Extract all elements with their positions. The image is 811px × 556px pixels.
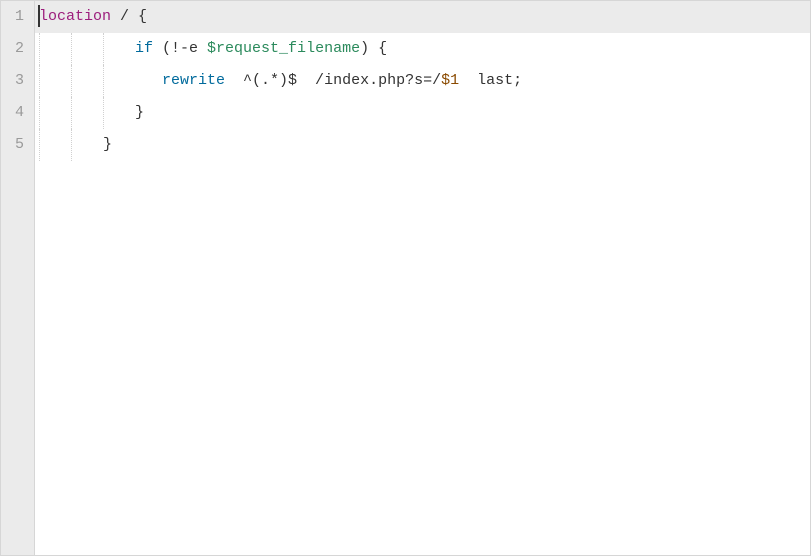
token-variable: $1 <box>441 72 459 89</box>
line-number: 2 <box>15 33 24 65</box>
line-number: 5 <box>15 129 24 161</box>
token: / { <box>111 8 147 25</box>
line-number: 3 <box>15 65 24 97</box>
token: ) { <box>360 40 387 57</box>
token: } <box>103 136 112 153</box>
token: (!-e <box>153 40 207 57</box>
line-number: 4 <box>15 97 24 129</box>
line-number: 1 <box>15 1 24 33</box>
line-number-gutter: 1 2 3 4 5 <box>1 1 35 555</box>
code-line[interactable]: location / { <box>35 1 810 33</box>
code-line[interactable]: if (!-e $request_filename) { <box>35 33 810 65</box>
code-line[interactable]: } <box>35 97 810 129</box>
token: } <box>135 104 144 121</box>
token <box>135 72 162 89</box>
token: ^(.*)$ /index.php?s=/ <box>225 72 441 89</box>
code-editor[interactable]: 1 2 3 4 5 location / {if (!-e $request_f… <box>0 0 811 556</box>
code-area[interactable]: location / {if (!-e $request_filename) {… <box>35 1 810 555</box>
token-builtin: if <box>135 40 153 57</box>
token-builtin: rewrite <box>162 72 225 89</box>
code-line[interactable]: rewrite ^(.*)$ /index.php?s=/$1 last; <box>35 65 810 97</box>
token: last; <box>459 72 522 89</box>
code-line[interactable]: } <box>35 129 810 161</box>
code-content[interactable]: location / {if (!-e $request_filename) {… <box>35 1 810 161</box>
token-keyword: location <box>39 8 111 25</box>
token-variable: $request_filename <box>207 40 360 57</box>
